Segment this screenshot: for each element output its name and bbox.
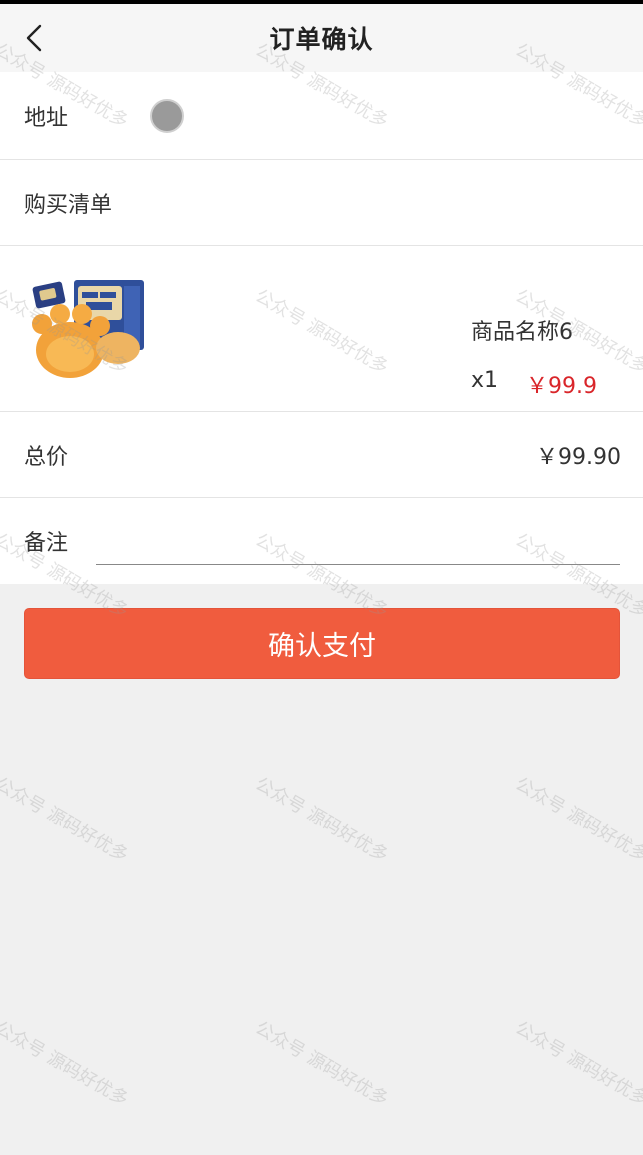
address-select-dot[interactable]: [150, 98, 185, 133]
product-image: [32, 280, 144, 378]
product-name: 商品名称6: [471, 320, 573, 345]
watermark-text: 公众号 源码好优多: [0, 1017, 132, 1111]
total-label: 总价: [24, 444, 69, 470]
watermark-text: 公众号 源码好优多: [251, 1017, 392, 1111]
address-row[interactable]: 地址: [0, 72, 643, 160]
address-label: 地址: [24, 105, 69, 131]
remark-row: 备注: [0, 498, 643, 584]
watermark-text: 公众号 源码好优多: [251, 773, 392, 867]
chevron-left-icon: [26, 24, 42, 52]
watermark-text: 公众号 源码好优多: [0, 773, 132, 867]
page-title: 订单确认: [269, 25, 374, 54]
watermark-text: 公众号 源码好优多: [511, 773, 643, 867]
product-item: 商品名称6 x1 ￥99.9: [0, 246, 643, 412]
purchase-list-header: 购买清单: [0, 160, 643, 246]
remark-input[interactable]: [96, 528, 620, 565]
total-value: ￥99.90: [536, 444, 621, 470]
purchase-list-label: 购买清单: [24, 192, 113, 218]
product-quantity: x1: [471, 368, 499, 393]
confirm-pay-button[interactable]: 确认支付: [24, 608, 620, 679]
back-button[interactable]: [14, 18, 54, 58]
total-row: 总价 ￥99.90: [0, 412, 643, 498]
navbar: 订单确认: [0, 4, 643, 72]
product-price: ￥99.9: [526, 374, 597, 399]
remark-label: 备注: [24, 531, 69, 556]
watermark-text: 公众号 源码好优多: [511, 1017, 643, 1111]
